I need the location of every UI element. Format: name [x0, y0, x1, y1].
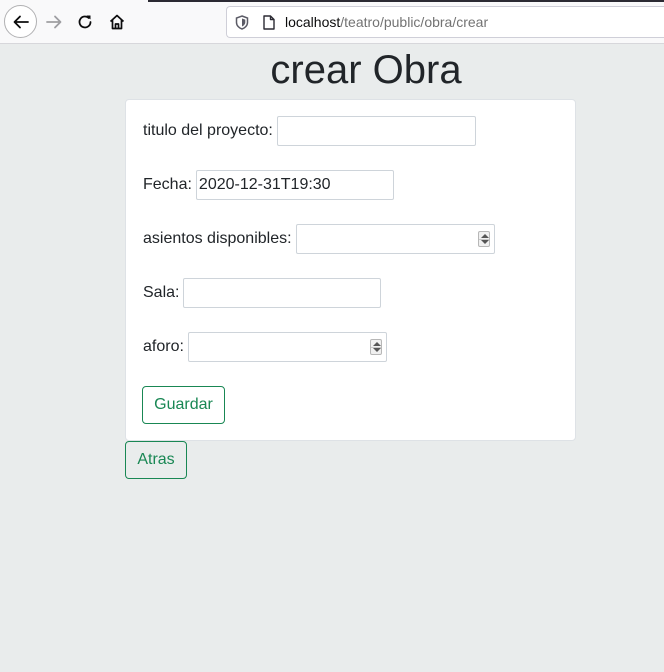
titulo-input[interactable] [276, 116, 476, 146]
back-button[interactable] [4, 5, 37, 38]
fecha-row: Fecha: 2020-12-31T19:30 [143, 170, 394, 200]
reload-button[interactable] [69, 6, 101, 38]
shield-icon[interactable] [234, 14, 250, 30]
sala-label: Sala: [143, 284, 180, 301]
arrow-left-icon [13, 15, 29, 28]
sala-input[interactable] [183, 278, 382, 308]
arrow-right-icon [46, 15, 62, 29]
url-text: localhost/teatro/public/obra/crear [285, 14, 488, 30]
forward-button[interactable] [38, 6, 70, 38]
guardar-button[interactable]: Guardar [142, 386, 225, 424]
url-host: localhost [285, 14, 341, 30]
asientos-label: asientos disponibles: [143, 230, 292, 247]
home-icon [109, 14, 125, 30]
asientos-row: asientos disponibles: [143, 224, 495, 254]
aforo-label: aforo: [143, 338, 184, 355]
fecha-input[interactable]: 2020-12-31T19:30 [195, 170, 394, 200]
aforo-input[interactable] [187, 332, 387, 362]
url-bar[interactable]: localhost/teatro/public/obra/crear [226, 6, 664, 38]
tab-strip-edge [148, 0, 664, 2]
url-path: /teatro/public/obra/crear [340, 14, 489, 30]
atras-button[interactable]: Atras [125, 441, 187, 479]
asientos-spinner[interactable] [477, 231, 490, 247]
reload-icon [78, 15, 92, 29]
page-icon[interactable] [262, 14, 276, 30]
asientos-input[interactable] [295, 224, 495, 254]
home-button[interactable] [101, 6, 133, 38]
sala-row: Sala: [143, 278, 382, 308]
obra-form-card: titulo del proyecto: Fecha: 2020-12-31T1… [125, 99, 576, 441]
titulo-label: titulo del proyecto: [143, 122, 273, 139]
fecha-label: Fecha: [143, 176, 192, 193]
titulo-row: titulo del proyecto: [143, 116, 476, 146]
browser-toolbar: localhost/teatro/public/obra/crear [0, 0, 664, 44]
aforo-row: aforo: [143, 332, 387, 362]
aforo-spinner[interactable] [369, 339, 382, 355]
page-title: crear Obra [270, 48, 462, 92]
